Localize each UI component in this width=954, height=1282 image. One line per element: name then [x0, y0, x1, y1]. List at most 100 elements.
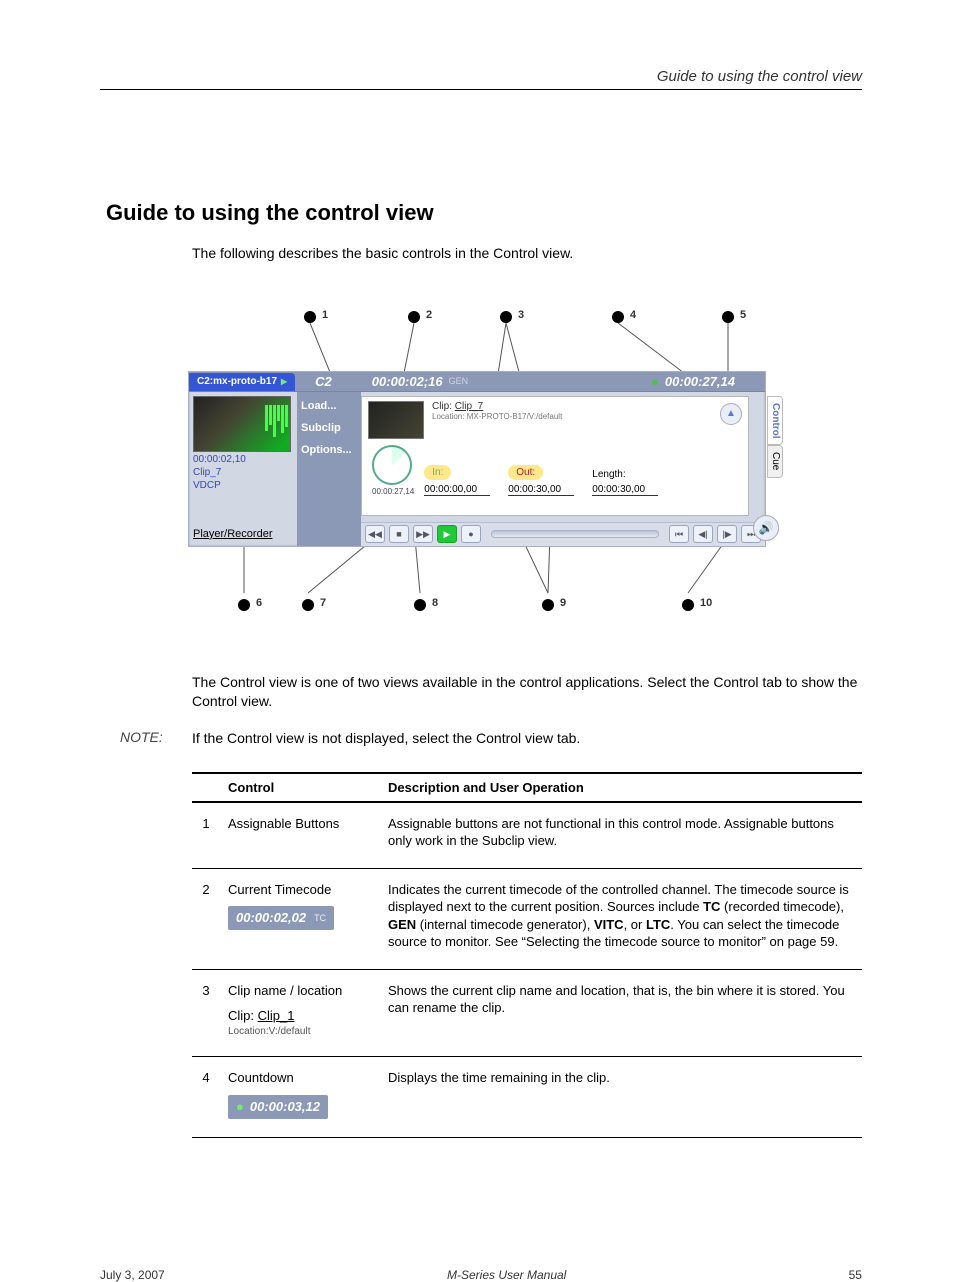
callout-dot — [500, 311, 512, 323]
channel-tab[interactable]: C2:mx-proto-b17 ▶ — [189, 373, 295, 391]
control-desc: Assignable buttons are not functional in… — [380, 802, 862, 869]
callout-dot — [304, 311, 316, 323]
play-button[interactable]: ▶ — [437, 525, 457, 543]
countdown-chip: ● 00:00:03,12 — [228, 1095, 328, 1119]
callout-number: 6 — [256, 597, 262, 609]
diagram: 1 2 3 4 5 C2:mx-proto-b17 ▶ C2 00:00:02;… — [188, 293, 768, 633]
control-desc: Displays the time remaining in the clip. — [380, 1057, 862, 1137]
assignable-buttons: Load... Subclip Options... — [297, 392, 361, 546]
in-label: In: — [424, 465, 451, 480]
callout-number: 5 — [740, 309, 746, 321]
control-name: Clip name / location — [228, 982, 372, 1000]
table-row: 2 Current Timecode 00:00:02,02 TC Indica… — [192, 868, 862, 969]
control-app-window: C2:mx-proto-b17 ▶ C2 00:00:02;16 GEN ●00… — [188, 371, 766, 547]
view-tabs: Control Cue — [767, 396, 783, 478]
clip-thumbnail — [368, 401, 424, 439]
eject-button[interactable]: ▲ — [720, 403, 742, 425]
channel-tab-label: C2:mx-proto-b17 — [197, 376, 277, 387]
callout-dot — [542, 599, 554, 611]
timecode-chip-suffix: TC — [314, 912, 326, 924]
page-footer: July 3, 2007 M-Series User Manual 55 — [100, 1268, 862, 1282]
timecode-chip-value: 00:00:02,02 — [236, 909, 306, 927]
col-header — [192, 773, 220, 802]
monitor-timecode: 00:00:02,10 — [193, 454, 293, 465]
mode-label[interactable]: Player/Recorder — [193, 528, 272, 540]
row-number: 1 — [192, 802, 220, 869]
subclip-button[interactable]: Subclip — [301, 422, 357, 434]
table-row: 1 Assignable Buttons Assignable buttons … — [192, 802, 862, 869]
transport-bar: ◀◀ ■ ▶▶ ▶ ● ⏮ ◀| |▶ ⏭ 🔊 — [361, 522, 765, 546]
clip-location-example: Clip: Clip_1 Location:V:/default — [228, 1007, 372, 1038]
current-timecode: 00:00:02;16 — [372, 374, 443, 389]
step-back-button[interactable]: ◀| — [693, 525, 713, 543]
clip-panel: ▲ Clip: Clip_7 Location: MX-PROTO-B17/V:… — [361, 396, 749, 516]
step-fwd-button[interactable]: |▶ — [717, 525, 737, 543]
row-number: 3 — [192, 969, 220, 1057]
callout-number: 7 — [320, 597, 326, 609]
monitor-clip: Clip_7 — [193, 467, 293, 478]
channel-label: C2 — [315, 374, 332, 389]
fastfwd-button[interactable]: ▶▶ — [413, 525, 433, 543]
location-value: MX-PROTO-B17/V:/default — [467, 412, 563, 421]
col-header-desc: Description and User Operation — [380, 773, 862, 802]
callout-dot — [612, 311, 624, 323]
length-label: Length: — [592, 469, 666, 480]
body-paragraph: The Control view is one of two views ava… — [192, 673, 862, 711]
callout-dot — [408, 311, 420, 323]
header-rule — [100, 89, 862, 90]
countdown-dot-icon: ● — [651, 374, 659, 389]
video-thumbnail — [193, 396, 291, 452]
options-button[interactable]: Options... — [301, 444, 357, 456]
control-name: Assignable Buttons — [228, 815, 372, 833]
footer-date: July 3, 2007 — [100, 1268, 165, 1282]
callout-dot — [722, 311, 734, 323]
countdown-chip-value: 00:00:03,12 — [250, 1098, 320, 1116]
clip-name[interactable]: Clip_7 — [455, 401, 483, 412]
clip-label: Clip: — [228, 1008, 254, 1023]
timecode-chip: 00:00:02,02 TC — [228, 906, 334, 930]
tab-cue[interactable]: Cue — [767, 445, 783, 477]
col-header-control: Control — [220, 773, 380, 802]
length-value: 00:00:30,00 — [592, 484, 658, 496]
control-desc: Shows the current clip name and location… — [380, 969, 862, 1057]
stop-button[interactable]: ■ — [389, 525, 409, 543]
control-name: Current Timecode — [228, 881, 372, 899]
speaker-icon: 🔊 — [759, 521, 774, 535]
tab-control[interactable]: Control — [767, 396, 783, 446]
rewind-button[interactable]: ◀◀ — [365, 525, 385, 543]
countdown-value: 00:00:27,14 — [665, 374, 735, 389]
play-indicator-icon: ▶ — [281, 377, 287, 386]
callout-number: 9 — [560, 597, 566, 609]
shuttle-slider[interactable] — [491, 530, 659, 538]
load-button[interactable]: Load... — [301, 400, 357, 412]
clip-label: Clip: — [432, 401, 452, 412]
time-gauge-label: 00:00:27,14 — [372, 487, 414, 496]
monitor-pane: 00:00:02,10 Clip_7 VDCP Player/Recorder — [189, 392, 297, 546]
record-button[interactable]: ● — [461, 525, 481, 543]
table-row: 4 Countdown ● 00:00:03,12 Displays the t… — [192, 1057, 862, 1137]
out-value[interactable]: 00:00:30,00 — [508, 484, 574, 496]
callout-number: 3 — [518, 309, 524, 321]
goto-start-button[interactable]: ⏮ — [669, 525, 689, 543]
controls-table: Control Description and User Operation 1… — [192, 772, 862, 1138]
time-gauge — [372, 445, 412, 485]
footer-doc-title: M-Series User Manual — [447, 1268, 566, 1282]
out-label: Out: — [508, 465, 543, 480]
note-text: If the Control view is not displayed, se… — [192, 729, 580, 748]
callout-dot — [414, 599, 426, 611]
in-value[interactable]: 00:00:00,00 — [424, 484, 490, 496]
callout-number: 10 — [700, 597, 712, 609]
clip-name: Clip_1 — [258, 1008, 295, 1023]
callout-dot — [238, 599, 250, 611]
control-name: Countdown — [228, 1069, 372, 1087]
location-label: Location: — [432, 412, 464, 421]
callout-number: 4 — [630, 309, 636, 321]
footer-page: 55 — [849, 1268, 862, 1282]
callout-dot — [302, 599, 314, 611]
row-number: 4 — [192, 1057, 220, 1137]
table-row: 3 Clip name / location Clip: Clip_1 Loca… — [192, 969, 862, 1057]
volume-button[interactable]: 🔊 — [753, 515, 779, 541]
titlebar: C2:mx-proto-b17 ▶ C2 00:00:02;16 GEN ●00… — [189, 372, 765, 392]
clip-location: Location:V:/default — [228, 1025, 372, 1039]
callout-number: 8 — [432, 597, 438, 609]
